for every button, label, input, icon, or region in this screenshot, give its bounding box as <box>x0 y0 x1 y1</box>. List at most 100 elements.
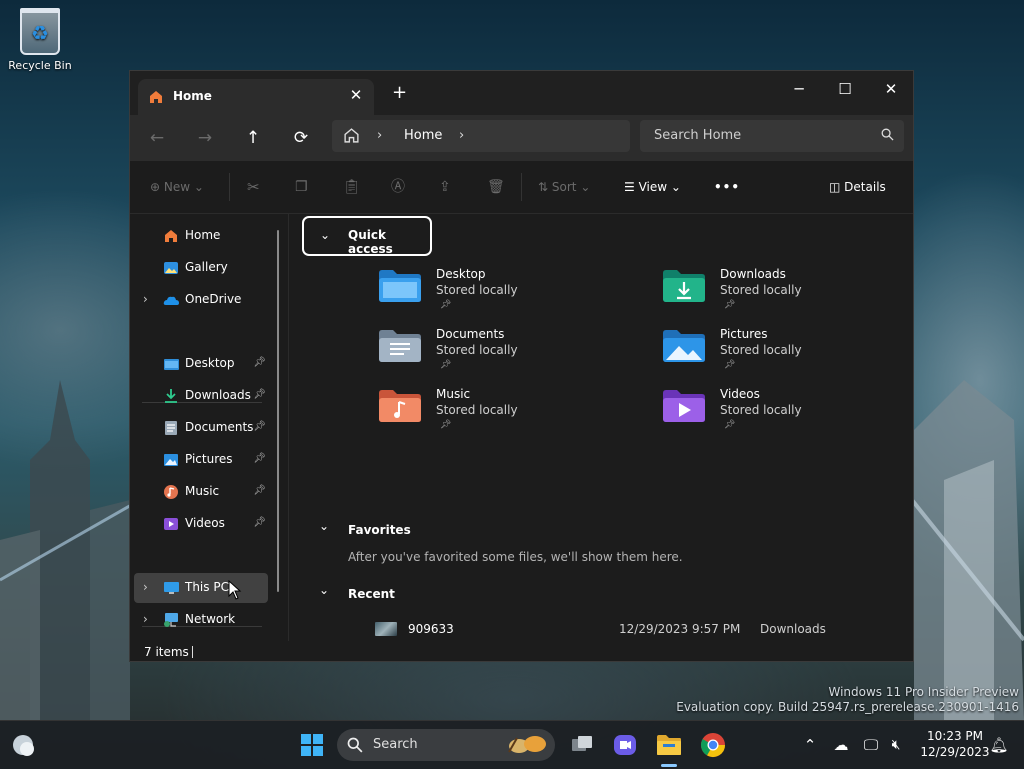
watermark-build: Evaluation copy. Build 25947.rs_prerelea… <box>676 700 1019 714</box>
item-count: 7 items <box>144 645 189 659</box>
cut-button[interactable]: ✂ <box>247 176 260 198</box>
refresh-button[interactable]: ⟳ <box>287 125 315 151</box>
gallery-icon <box>163 260 179 279</box>
forward-button[interactable]: → <box>191 125 219 151</box>
start-icon[interactable] <box>297 730 327 760</box>
chevron-down-icon: ⌄ <box>670 180 681 194</box>
sidebar-item-downloads[interactable]: Downloads 📌︎ <box>134 381 268 411</box>
home-content: ⌄ Quick access Desktop Stored locally 📌︎… <box>289 213 913 641</box>
watermark-edition: Windows 11 Pro Insider Preview <box>828 685 1019 699</box>
downloads-folder-icon <box>662 269 706 306</box>
breadcrumb-home[interactable]: Home <box>404 128 442 143</box>
delete-button[interactable]: 🗑︎ <box>487 176 505 198</box>
details-button[interactable]: ◫ Details <box>829 176 886 198</box>
view-label: View <box>638 180 668 194</box>
sidebar-item-gallery[interactable]: Gallery <box>134 253 268 283</box>
new-label: New <box>163 180 191 194</box>
sidebar-item-desktop[interactable]: Desktop 📌︎ <box>134 349 268 379</box>
chevron-right-icon[interactable]: › <box>459 128 464 143</box>
pin-icon: 📌︎ <box>440 300 452 310</box>
folder-location: Stored locally <box>436 343 518 357</box>
pin-icon: 📌︎ <box>724 300 736 310</box>
sidebar-item-label: Desktop <box>185 356 235 370</box>
quick-access-downloads[interactable]: Downloads Stored locally 📌︎ <box>662 267 902 327</box>
onedrive-icon <box>163 292 180 311</box>
sidebar-scrollbar[interactable] <box>277 230 279 592</box>
up-button[interactable]: ↑ <box>239 125 267 151</box>
volume-muted-icon[interactable]: 🔇︎ <box>881 730 911 760</box>
rename-button[interactable]: Ⓐ <box>391 176 405 198</box>
sidebar-item-videos[interactable]: Videos 📌︎ <box>134 509 268 539</box>
recent-header[interactable]: ⌄ Recent <box>301 575 441 615</box>
view-button[interactable]: ☰ View ⌄ <box>624 176 681 198</box>
sidebar-item-label: Downloads <box>185 388 251 402</box>
pictures-icon <box>163 452 179 471</box>
recycle-bin-icon: ♻ <box>20 8 60 55</box>
sidebar-item-home[interactable]: Home <box>134 221 268 251</box>
recent-file-location: Downloads <box>760 622 826 636</box>
recent-file-row[interactable]: 909633 12/29/2023 9:57 PM Downloads <box>375 620 835 640</box>
weather-widget-icon[interactable] <box>8 730 38 760</box>
sidebar-item-this-pc[interactable]: › This PC <box>134 573 268 603</box>
sidebar-item-network[interactable]: › Network <box>134 605 268 635</box>
onedrive-offline-icon[interactable]: ☁ <box>826 730 856 760</box>
this-pc-icon <box>163 580 180 599</box>
copy-button[interactable]: ❐ <box>295 176 308 198</box>
videos-icon <box>163 516 179 535</box>
status-bar: 7 items <box>130 641 913 663</box>
folder-location: Stored locally <box>436 403 518 417</box>
teams-icon[interactable] <box>610 730 640 760</box>
quick-access-documents[interactable]: Documents Stored locally 📌︎ <box>378 327 618 387</box>
clock[interactable]: 10:23 PM 12/29/2023 <box>920 728 990 760</box>
search-box[interactable]: Search Home <box>640 120 904 152</box>
recycle-bin[interactable]: ♻ Recycle Bin <box>6 8 74 72</box>
paste-button[interactable]: 📋︎ <box>343 176 361 198</box>
folder-location: Stored locally <box>720 343 802 357</box>
back-button[interactable]: ← <box>143 125 171 151</box>
home-icon <box>163 228 179 247</box>
share-button[interactable]: ⇪ <box>439 176 451 198</box>
quick-access-header[interactable]: ⌄ Quick access <box>302 216 432 256</box>
taskbar-search[interactable]: Search <box>337 729 555 761</box>
new-button[interactable]: ⊕ New ⌄ <box>150 176 204 198</box>
close-button[interactable]: ✕ <box>868 77 914 101</box>
show-hidden-icons-chevron-up-icon[interactable]: ⌃ <box>795 730 825 760</box>
quick-access-videos[interactable]: Videos Stored locally 📌︎ <box>662 387 902 447</box>
minimize-button[interactable]: ─ <box>776 77 822 101</box>
chevron-right-icon[interactable]: › <box>143 612 148 626</box>
windows-watermark: Windows 11 Pro Insider Preview Evaluatio… <box>676 685 1019 715</box>
sidebar-item-pictures[interactable]: Pictures 📌︎ <box>134 445 268 475</box>
favorites-header[interactable]: ⌄ Favorites <box>301 511 441 551</box>
sidebar-item-documents[interactable]: Documents 📌︎ <box>134 413 268 443</box>
taskbar-search-placeholder: Search <box>373 737 418 752</box>
chevron-right-icon[interactable]: › <box>143 292 148 306</box>
tab-home[interactable]: Home ✕ <box>138 79 374 115</box>
folder-name: Downloads <box>720 267 786 281</box>
close-tab-button[interactable]: ✕ <box>346 85 366 105</box>
chevron-down-icon: ⌄ <box>320 228 331 242</box>
notification-bell-icon[interactable]: 🔔︎ <box>984 730 1014 760</box>
chevron-right-icon[interactable]: › <box>143 580 148 594</box>
search-icon <box>881 128 894 144</box>
quick-access-desktop[interactable]: Desktop Stored locally 📌︎ <box>378 267 618 327</box>
image-thumbnail-icon <box>375 622 397 636</box>
maximize-button[interactable]: ☐ <box>822 77 868 101</box>
quick-access-music[interactable]: Music Stored locally 📌︎ <box>378 387 618 447</box>
more-options-button[interactable]: ••• <box>714 176 740 198</box>
chevron-down-icon: ⌄ <box>319 583 330 597</box>
favorites-empty-message: After you've favorited some files, we'll… <box>348 550 683 564</box>
sort-button[interactable]: ⇅ Sort ⌄ <box>538 176 590 198</box>
address-bar[interactable]: › Home › <box>332 120 630 152</box>
quick-access-pictures[interactable]: Pictures Stored locally 📌︎ <box>662 327 902 387</box>
recent-file-name: 909633 <box>408 622 454 636</box>
pin-icon: 📌︎ <box>253 357 266 368</box>
recent-label: Recent <box>348 587 395 601</box>
file-explorer-icon[interactable] <box>654 730 684 760</box>
downloads-icon <box>163 388 179 407</box>
chrome-icon[interactable] <box>698 730 728 760</box>
task-view-icon[interactable] <box>567 730 597 760</box>
sidebar-item-onedrive[interactable]: › OneDrive <box>134 285 268 315</box>
sidebar-item-music[interactable]: Music 📌︎ <box>134 477 268 507</box>
folder-location: Stored locally <box>720 283 802 297</box>
new-tab-button[interactable]: + <box>392 83 407 103</box>
